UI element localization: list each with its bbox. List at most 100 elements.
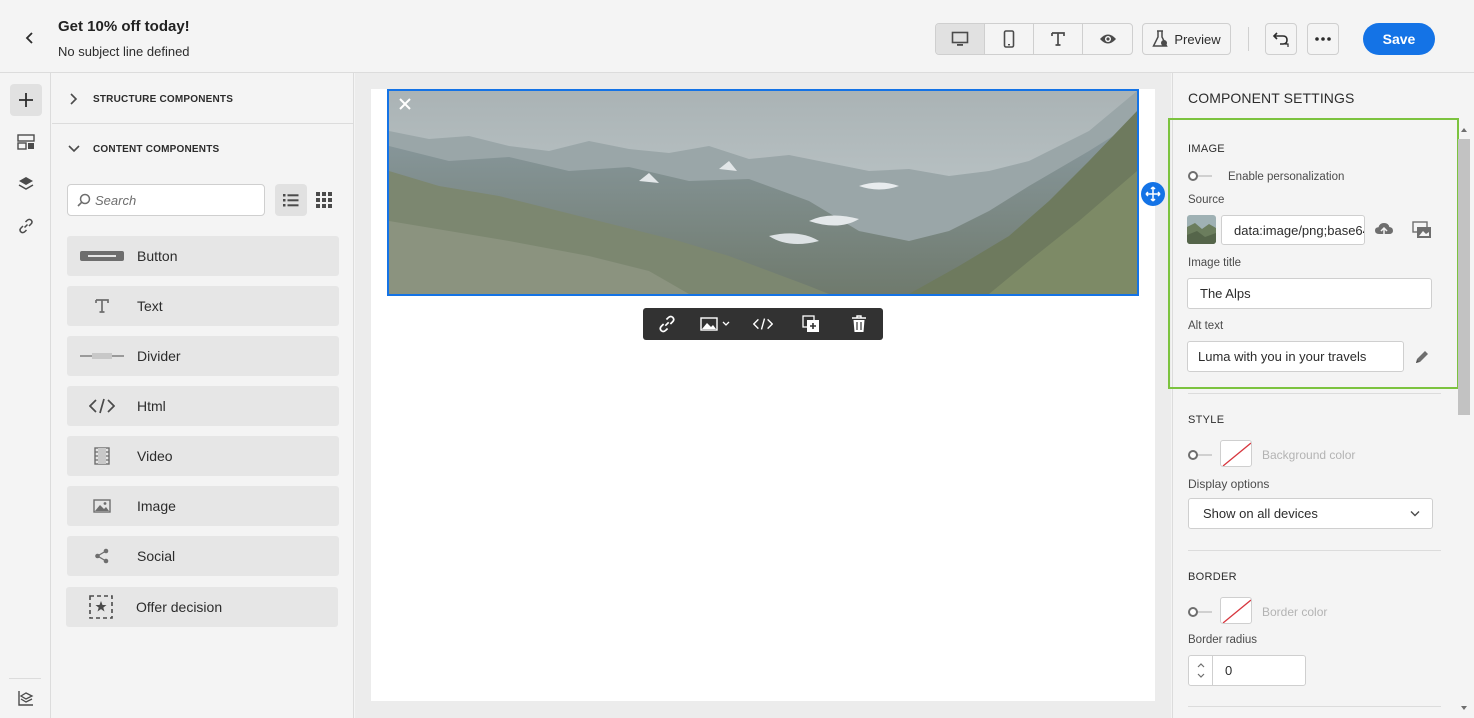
- undo-button[interactable]: [1265, 23, 1297, 55]
- upload-button[interactable]: [1372, 218, 1396, 242]
- text-icon: [1051, 32, 1065, 46]
- components-panel: STRUCTURE COMPONENTS CONTENT COMPONENTS …: [52, 73, 354, 718]
- undo-icon: [1272, 32, 1289, 47]
- email-body: [371, 89, 1165, 701]
- mobile-icon: [1003, 30, 1015, 48]
- toolbar-html-button[interactable]: [739, 308, 787, 340]
- component-video[interactable]: Video: [67, 436, 339, 476]
- component-social[interactable]: Social: [67, 536, 339, 576]
- asset-picker-button[interactable]: [1410, 218, 1434, 242]
- border-color-swatch[interactable]: [1220, 597, 1252, 624]
- divider-icon: [80, 353, 124, 359]
- preview-button[interactable]: Preview: [1142, 23, 1231, 55]
- fragments-icon: [17, 134, 35, 150]
- rail-fragments-button[interactable]: [10, 126, 42, 158]
- duplicate-icon: [802, 315, 819, 332]
- toolbar-link-button[interactable]: [643, 308, 691, 340]
- source-thumbnail: [1187, 215, 1216, 244]
- code-icon: [753, 318, 773, 330]
- content-components-label: CONTENT COMPONENTS: [93, 143, 220, 155]
- component-toolbar: [643, 308, 883, 340]
- list-view-icon: [283, 194, 299, 207]
- source-field[interactable]: data:image/png;base64,: [1221, 215, 1365, 245]
- asset-library-icon: [1412, 221, 1431, 238]
- component-label: Image: [137, 498, 176, 514]
- component-label: Text: [137, 298, 163, 314]
- add-icon: [19, 93, 33, 107]
- view-mode-group: [935, 23, 1133, 55]
- border-radius-stepper[interactable]: [1188, 655, 1213, 686]
- chevron-right-icon: [70, 93, 78, 105]
- component-search: [67, 184, 265, 216]
- desktop-view-button[interactable]: [936, 24, 985, 54]
- scroll-down-icon[interactable]: [1460, 705, 1468, 711]
- border-heading: BORDER: [1188, 571, 1237, 583]
- chevron-left-icon: [25, 32, 33, 44]
- rail-bottom-button[interactable]: [10, 682, 42, 714]
- component-label: Social: [137, 548, 176, 564]
- structure-components-header[interactable]: STRUCTURE COMPONENTS: [52, 74, 354, 124]
- component-button[interactable]: Button: [67, 236, 339, 276]
- rail-layers-button[interactable]: [10, 168, 42, 200]
- preview-eye-button[interactable]: [1083, 24, 1132, 54]
- email-canvas: [355, 73, 1171, 718]
- offer-decision-icon: [89, 595, 113, 619]
- component-label: Button: [137, 248, 178, 264]
- layers-icon: [18, 177, 34, 190]
- alt-text-label: Alt text: [1188, 320, 1224, 332]
- scrollbar-thumb[interactable]: [1458, 139, 1470, 415]
- image-heading: IMAGE: [1188, 143, 1225, 155]
- desktop-icon: [951, 31, 969, 46]
- rail-links-button[interactable]: [10, 210, 42, 242]
- settings-scrollbar[interactable]: [1457, 123, 1473, 718]
- save-button[interactable]: Save: [1363, 23, 1435, 55]
- move-handle-icon[interactable]: [1141, 182, 1165, 206]
- component-text[interactable]: Text: [67, 286, 339, 326]
- component-search-input[interactable]: [95, 192, 255, 208]
- grid-view-button[interactable]: [308, 184, 340, 216]
- personalization-toggle[interactable]: [1188, 170, 1212, 182]
- background-color-swatch[interactable]: [1220, 440, 1252, 467]
- background-color-toggle[interactable]: [1188, 449, 1212, 461]
- component-html[interactable]: Html: [67, 386, 339, 426]
- more-options-button[interactable]: [1307, 23, 1339, 55]
- component-label: Divider: [137, 348, 181, 364]
- background-color-label: Background color: [1262, 448, 1356, 462]
- left-rail: [0, 73, 51, 718]
- display-options-select[interactable]: Show on all devices: [1188, 498, 1433, 529]
- toolbar-image-button[interactable]: [691, 308, 739, 340]
- button-icon: [80, 251, 124, 261]
- chevron-down-icon: [68, 145, 80, 153]
- rail-add-button[interactable]: [10, 84, 42, 116]
- alt-text-field[interactable]: Luma with you in your travels: [1187, 341, 1404, 372]
- email-subject: No subject line defined: [58, 44, 190, 59]
- text-icon: [95, 299, 109, 313]
- component-label: Html: [137, 398, 166, 414]
- edit-alt-text-button[interactable]: [1410, 345, 1434, 369]
- component-image[interactable]: Image: [67, 486, 339, 526]
- toolbar-delete-button[interactable]: [835, 308, 883, 340]
- close-icon[interactable]: [399, 98, 411, 110]
- toolbar-duplicate-button[interactable]: [787, 308, 835, 340]
- header-separator: [1248, 27, 1249, 51]
- structure-components-label: STRUCTURE COMPONENTS: [93, 93, 234, 105]
- list-view-button[interactable]: [275, 184, 307, 216]
- chevron-up-icon[interactable]: [1197, 662, 1205, 668]
- chevron-down-icon[interactable]: [1197, 673, 1205, 679]
- pencil-icon: [1416, 351, 1428, 363]
- beaker-icon: [1152, 30, 1169, 47]
- email-title: Get 10% off today!: [58, 18, 190, 35]
- component-divider[interactable]: Divider: [67, 336, 339, 376]
- border-color-toggle[interactable]: [1188, 606, 1212, 618]
- mobile-view-button[interactable]: [985, 24, 1034, 54]
- back-button[interactable]: [18, 26, 42, 50]
- text-view-button[interactable]: [1034, 24, 1083, 54]
- border-radius-field[interactable]: 0: [1212, 655, 1306, 686]
- image-title-field[interactable]: The Alps: [1187, 278, 1432, 309]
- component-offer-decision[interactable]: Offer decision: [66, 587, 338, 627]
- border-color-label: Border color: [1262, 605, 1328, 619]
- mountain-landscape-image: [389, 91, 1137, 294]
- content-components-header[interactable]: CONTENT COMPONENTS: [52, 124, 354, 174]
- scroll-up-icon[interactable]: [1460, 127, 1468, 133]
- hero-image[interactable]: [387, 89, 1139, 296]
